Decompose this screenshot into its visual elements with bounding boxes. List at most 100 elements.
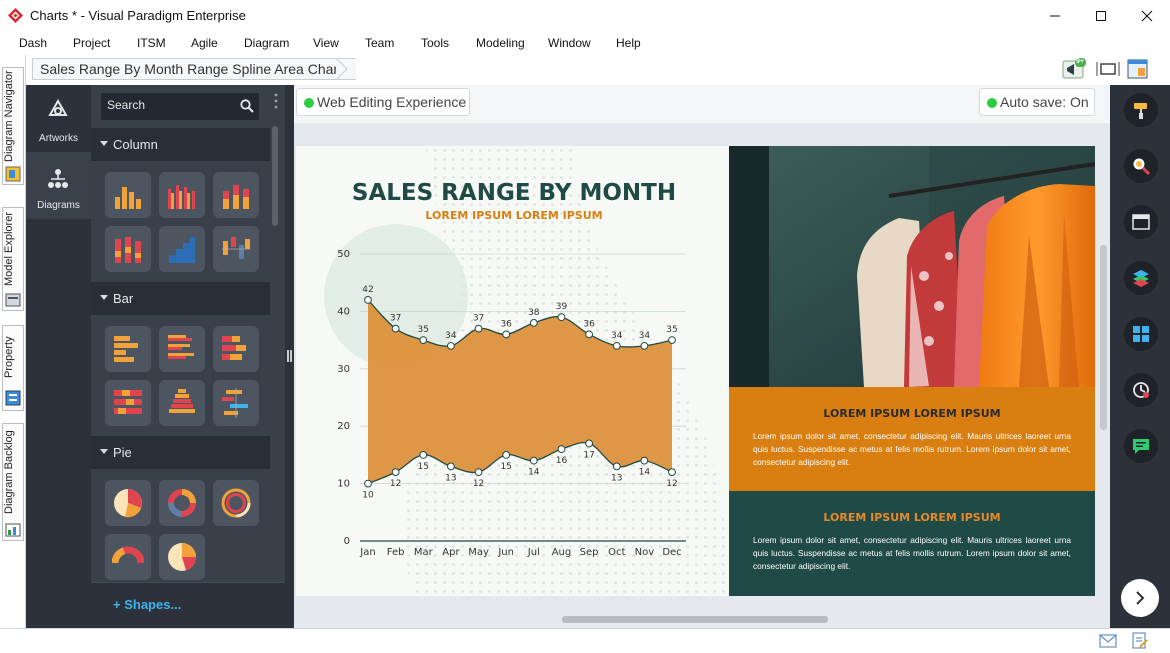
upper-point: [529, 318, 538, 327]
x-tick-label: Feb: [387, 547, 405, 558]
menu-tools[interactable]: Tools: [421, 36, 449, 50]
y-tick-label: 30: [337, 364, 350, 375]
canvas-vertical-scrollbar[interactable]: [1100, 245, 1107, 430]
next-button[interactable]: [1121, 579, 1159, 617]
upper-data-label: 34: [611, 331, 623, 341]
bar-chart-icon: [114, 336, 138, 362]
menu-diagram[interactable]: Diagram: [244, 36, 289, 50]
panel-menu-icon[interactable]: [274, 93, 278, 109]
upper-data-label: 36: [500, 319, 512, 329]
thumb-step-column-chart[interactable]: [159, 226, 205, 272]
category-column[interactable]: Column: [91, 128, 270, 161]
y-tick-label: 40: [337, 306, 350, 317]
artworks-icon: [48, 99, 68, 116]
thumb-pie-chart-2[interactable]: [159, 534, 205, 580]
panel-window-button[interactable]: [1124, 205, 1158, 239]
rail-item-diagrams-label: Diagrams: [37, 200, 80, 211]
grid-layout-button[interactable]: [1124, 317, 1158, 351]
thumb-grouped-bar-chart[interactable]: [159, 326, 205, 372]
diagram-view-icon: [1127, 59, 1148, 79]
menu-itsm[interactable]: ITSM: [137, 36, 166, 50]
lower-point: [447, 462, 455, 471]
thumb-stacked-bar-chart[interactable]: [213, 326, 259, 372]
menu-modeling[interactable]: Modeling: [476, 36, 525, 50]
breadcrumb[interactable]: Sales Range By Month Range Spline Area C…: [32, 58, 356, 80]
lower-point: [391, 468, 400, 477]
mail-icon[interactable]: [1099, 634, 1117, 648]
design-page[interactable]: SALES RANGE BY MONTH LOREM IPSUM LOREM I…: [296, 146, 1095, 596]
thumb-pie-chart[interactable]: [105, 480, 151, 526]
info-panel-orange: LOREM IPSUM LOREM IPSUM Lorem ipsum dolo…: [729, 387, 1095, 491]
upper-point: [612, 341, 621, 350]
menu-view[interactable]: View: [313, 36, 339, 50]
breadcrumb-bar: Sales Range By Month Range Spline Area C…: [26, 55, 1170, 85]
thumb-bar-range-chart[interactable]: [213, 380, 259, 426]
document-edit-icon[interactable]: [1132, 632, 1148, 650]
plus-icon: +: [113, 597, 125, 612]
tab-property-label: Property: [3, 336, 15, 378]
history-button[interactable]: [1124, 373, 1158, 407]
layers-button[interactable]: [1124, 261, 1158, 295]
category-pie[interactable]: Pie: [91, 436, 270, 469]
minimize-button[interactable]: [1032, 0, 1078, 31]
window-title: Charts * - Visual Paradigm Enterprise: [30, 8, 246, 23]
auto-save-badge[interactable]: Auto save: On: [979, 88, 1095, 116]
thumb-stacked-column-chart-2[interactable]: [105, 226, 151, 272]
thumb-bar-chart[interactable]: [105, 326, 151, 372]
close-button[interactable]: [1124, 0, 1170, 31]
search-box[interactable]: [101, 93, 259, 120]
category-column-label: Column: [113, 137, 158, 152]
diagrams-icon: [48, 169, 68, 188]
chevron-right-icon: [1136, 591, 1145, 605]
diagram-view-button[interactable]: [1126, 58, 1150, 80]
more-shapes-link[interactable]: + Shapes...: [91, 582, 285, 628]
fit-diagram-button[interactable]: [1096, 58, 1120, 80]
search-icon[interactable]: [240, 99, 254, 113]
category-bar[interactable]: Bar: [91, 282, 270, 315]
thumb-stacked-column-chart[interactable]: [213, 172, 259, 218]
panel-scrollbar[interactable]: [272, 126, 278, 226]
rail-item-diagrams[interactable]: Diagrams: [26, 152, 91, 219]
lower-point: [474, 468, 483, 477]
thumb-column-range-chart[interactable]: [213, 226, 259, 272]
thumb-donut-chart[interactable]: [159, 480, 205, 526]
thumb-population-pyramid-chart[interactable]: [159, 380, 205, 426]
shape-panel: Column: [91, 85, 285, 628]
rail-item-artworks[interactable]: Artworks: [26, 85, 91, 152]
thumb-ring-chart[interactable]: [213, 480, 259, 526]
format-painter-button[interactable]: [1124, 93, 1158, 127]
tab-model-explorer[interactable]: Model Explorer: [2, 207, 24, 311]
comments-button[interactable]: [1124, 429, 1158, 463]
diagram-canvas[interactable]: Web Editing Experience Auto save: On SAL…: [294, 85, 1110, 628]
menu-help[interactable]: Help: [616, 36, 641, 50]
panel-splitter[interactable]: [285, 85, 294, 628]
thumb-stacked-bar-chart-2[interactable]: [105, 380, 151, 426]
tab-diagram-backlog[interactable]: Diagram Backlog: [2, 423, 24, 541]
stacked-bar-chart-icon: [222, 336, 246, 360]
menu-dash[interactable]: Dash: [19, 36, 47, 50]
thumb-grouped-column-chart[interactable]: [159, 172, 205, 218]
column-range-chart-icon: [222, 237, 250, 259]
search-input[interactable]: [107, 98, 227, 112]
menu-team[interactable]: Team: [365, 36, 394, 50]
more-shapes-text: Shapes...: [124, 597, 182, 612]
clothes-rack-image: [729, 146, 1095, 387]
thumb-semi-donut-chart[interactable]: [105, 534, 151, 580]
notifications-button[interactable]: 9+: [1062, 58, 1086, 80]
web-editing-label: Web Editing Experience: [317, 94, 467, 110]
tab-diagram-navigator[interactable]: Diagram Navigator: [2, 67, 24, 185]
lower-data-label: 12: [666, 479, 677, 489]
x-tick-label: Jun: [497, 547, 514, 558]
maximize-button[interactable]: [1078, 0, 1124, 31]
menu-agile[interactable]: Agile: [191, 36, 218, 50]
canvas-horizontal-scrollbar[interactable]: [562, 616, 828, 623]
web-editing-badge[interactable]: Web Editing Experience: [296, 88, 470, 116]
menu-window[interactable]: Window: [548, 36, 591, 50]
zoom-button[interactable]: [1124, 149, 1158, 183]
thumb-column-chart[interactable]: [105, 172, 151, 218]
x-tick-label: Mar: [414, 547, 434, 558]
tab-property[interactable]: Property: [2, 325, 24, 411]
menu-project[interactable]: Project: [73, 36, 110, 50]
tab-model-explorer-label: Model Explorer: [3, 212, 15, 286]
upper-data-label: 37: [390, 314, 401, 324]
